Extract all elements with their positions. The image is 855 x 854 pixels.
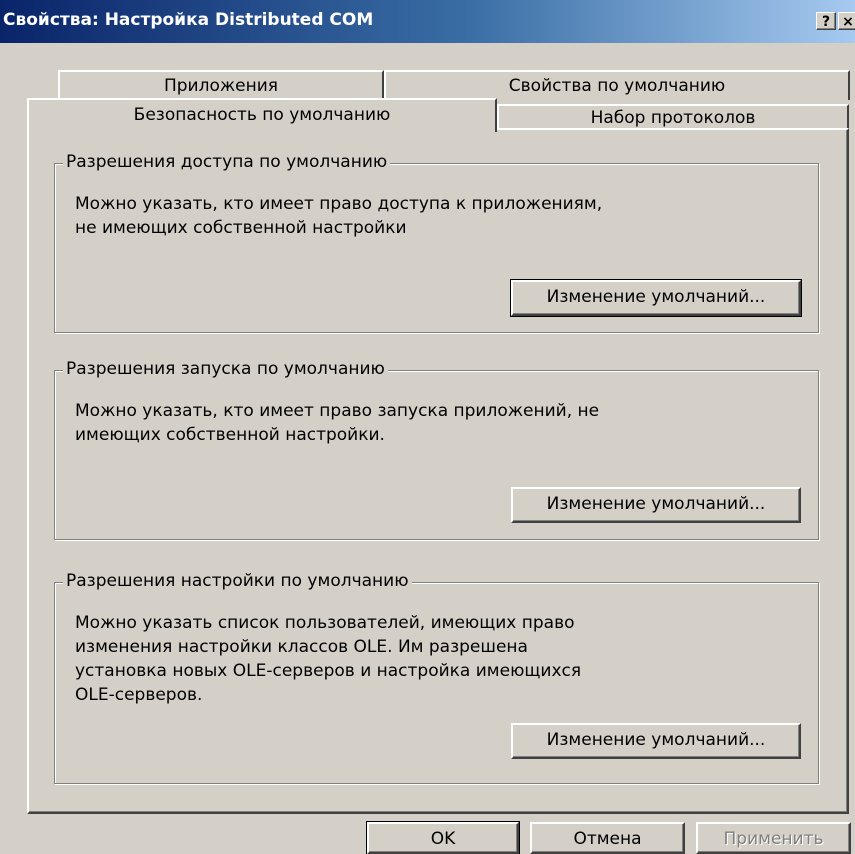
tab-label: Набор протоколов bbox=[590, 108, 756, 128]
config-permissions-group: Разрешения настройки по умолчанию Можно … bbox=[54, 571, 819, 784]
tab-label: Свойства по умолчанию bbox=[508, 76, 726, 96]
tab-label: Приложения bbox=[163, 76, 279, 96]
cancel-button[interactable]: Отмена bbox=[530, 822, 685, 854]
help-icon[interactable]: ? bbox=[816, 12, 836, 30]
group-title: Разрешения доступа по умолчанию bbox=[63, 152, 391, 172]
edit-access-defaults-button[interactable]: Изменение умолчаний... bbox=[510, 279, 802, 317]
group-title: Разрешения запуска по умолчанию bbox=[63, 359, 388, 379]
group-title: Разрешения настройки по умолчанию bbox=[63, 571, 412, 591]
edit-launch-defaults-button[interactable]: Изменение умолчаний... bbox=[511, 487, 801, 523]
apply-button[interactable]: Применить bbox=[696, 822, 851, 854]
group-description: Можно указать, кто имеет право запуска п… bbox=[75, 401, 600, 445]
access-permissions-group: Разрешения доступа по умолчанию Можно ук… bbox=[54, 152, 819, 333]
tab-default-properties[interactable]: Свойства по умолчанию bbox=[384, 70, 850, 100]
tab-label: Безопасность по умолчанию bbox=[133, 105, 391, 125]
group-description: Можно указать, кто имеет право доступа к… bbox=[75, 194, 603, 238]
tab-protocols[interactable]: Набор протоколов bbox=[497, 104, 849, 130]
tab-panel: Разрешения доступа по умолчанию Можно ук… bbox=[27, 128, 849, 814]
tab-applications[interactable]: Приложения bbox=[58, 70, 384, 100]
edit-config-defaults-button[interactable]: Изменение умолчаний... bbox=[511, 723, 801, 759]
group-description: Можно указать список пользователей, имею… bbox=[75, 613, 582, 705]
launch-permissions-group: Разрешения запуска по умолчанию Можно ук… bbox=[54, 359, 819, 540]
ok-button[interactable]: OK bbox=[366, 821, 520, 854]
close-icon[interactable]: × bbox=[838, 12, 855, 30]
window-title: Свойства: Настройка Distributed COM bbox=[3, 10, 374, 30]
title-bar[interactable]: Свойства: Настройка Distributed COM ? × bbox=[0, 0, 855, 43]
tab-default-security[interactable]: Безопасность по умолчанию bbox=[27, 98, 497, 132]
